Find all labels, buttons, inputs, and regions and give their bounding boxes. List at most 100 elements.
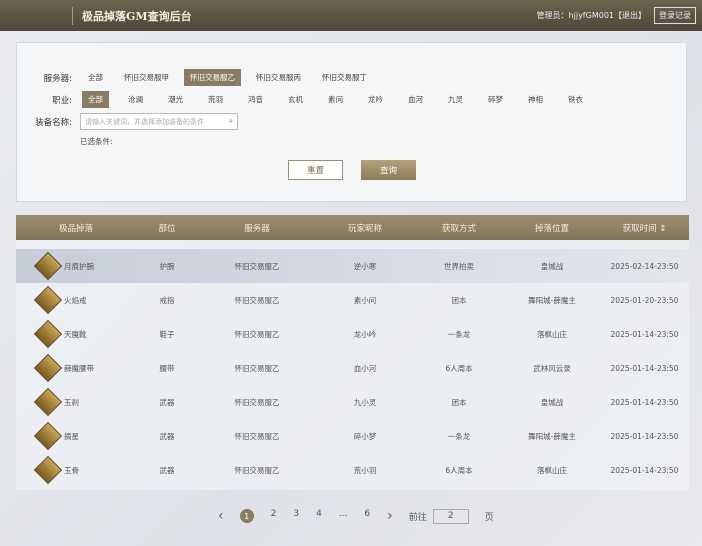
search-icon[interactable]: ⌕ bbox=[229, 117, 233, 126]
query-button[interactable]: 查询 bbox=[361, 160, 416, 180]
table-cell: 碎小梦 bbox=[353, 431, 377, 441]
table-cell: 武林风云录 bbox=[533, 363, 571, 373]
equip-label: 装备名称: bbox=[35, 117, 72, 128]
table-cell: 护腕 bbox=[159, 261, 175, 271]
item-name: 天魔靴 bbox=[64, 329, 87, 339]
table-cell: 怀旧交易服乙 bbox=[234, 261, 280, 271]
item-cell: 玉刹 bbox=[16, 387, 136, 417]
item-cell: 火焰戒 bbox=[16, 285, 136, 315]
class-option[interactable]: 素问 bbox=[322, 91, 349, 108]
item-icon bbox=[33, 319, 63, 349]
column-header[interactable]: 获取时间 ↕ bbox=[600, 222, 689, 234]
table-cell: 皇城战 bbox=[540, 397, 564, 407]
table-cell: 舞阳城-薛魔主 bbox=[528, 295, 576, 305]
item-icon bbox=[33, 421, 63, 451]
table-cell: 2025-02-14-23:50 bbox=[610, 261, 679, 271]
filter-panel: 服务器: 全部 怀旧交易服甲 怀旧交易服乙 怀旧交易服丙 怀旧交易服丁 职业: 全部 沧澜… bbox=[16, 42, 687, 202]
table-cell: 世界拍卖 bbox=[444, 261, 474, 271]
drops-table: 极品掉落 部位 服务器 玩家昵称 获取方式 掉落位置 获取时间 ↕ 月痕护腕 护腕 怀旧交易服乙… bbox=[16, 215, 689, 490]
table-cell: 团本 bbox=[451, 397, 467, 407]
table-cell: 武器 bbox=[159, 465, 175, 475]
table-cell: 怀旧交易服乙 bbox=[234, 465, 280, 475]
item-cell: 天魔靴 bbox=[16, 319, 136, 349]
page-6[interactable]: 6 bbox=[364, 509, 370, 523]
table-row[interactable]: 摘星 武器 怀旧交易服乙 碎小梦 一条龙 舞阳城-薛魔主 2025-01-14-23:50 bbox=[16, 419, 689, 453]
table-row[interactable]: 玉刹 武器 怀旧交易服乙 九小灵 团本 皇城战 2025-01-14-23:50 bbox=[16, 385, 689, 419]
class-option[interactable]: 潮光 bbox=[162, 91, 189, 108]
table-cell: 舞阳城-薛魔主 bbox=[528, 431, 576, 441]
page-3[interactable]: 3 bbox=[293, 509, 299, 523]
table-row[interactable]: 薛魔腰带 腰带 怀旧交易服乙 血小河 6人周本 武林风云录 2025-01-14-23:50 bbox=[16, 351, 689, 385]
equip-search-placeholder: 请输入关键词，并选择添加装备的条件 bbox=[85, 117, 204, 126]
page-1[interactable]: 1 bbox=[239, 509, 254, 523]
page-title: 极品掉落GM查询后台 bbox=[82, 9, 192, 23]
table-cell: 团本 bbox=[451, 295, 467, 305]
server-option[interactable]: 怀旧交易服丁 bbox=[316, 69, 373, 86]
class-option[interactable]: 碎梦 bbox=[482, 91, 509, 108]
item-name: 玉刹 bbox=[64, 397, 79, 407]
page-ellipsis: ... bbox=[338, 509, 348, 519]
item-name: 月痕护腕 bbox=[64, 261, 94, 271]
table-cell: 武器 bbox=[159, 431, 175, 441]
table-cell: 怀旧交易服乙 bbox=[234, 397, 280, 407]
page-unit: 页 bbox=[484, 512, 494, 523]
top-bar: 极品掉落GM查询后台 管理员：hjjyfGM001【退出】 登录记录 bbox=[0, 0, 702, 31]
class-option[interactable]: 沧澜 bbox=[122, 91, 149, 108]
class-option[interactable]: 龙吟 bbox=[362, 91, 389, 108]
prev-page-button[interactable]: ‹ bbox=[218, 508, 224, 524]
class-option[interactable]: 荒羽 bbox=[202, 91, 229, 108]
class-option[interactable]: 神相 bbox=[522, 91, 549, 108]
item-cell: 月痕护腕 bbox=[16, 251, 136, 281]
next-page-button[interactable]: › bbox=[387, 508, 393, 524]
equip-search-input[interactable]: 请输入关键词，并选择添加装备的条件 ⌕ bbox=[80, 113, 238, 130]
table-cell: 2025-01-14-23:50 bbox=[610, 363, 679, 373]
table-cell: 荒小羽 bbox=[353, 465, 377, 475]
class-option[interactable]: 鸿音 bbox=[242, 91, 269, 108]
page-2[interactable]: 2 bbox=[271, 509, 277, 523]
column-header: 获取方式 bbox=[441, 223, 476, 234]
server-option[interactable]: 全部 bbox=[82, 69, 109, 86]
table-cell: 戒指 bbox=[159, 295, 175, 305]
login-log-button[interactable]: 登录记录 bbox=[654, 7, 696, 24]
selected-conditions: 已选条件: bbox=[80, 137, 113, 146]
item-icon bbox=[33, 251, 63, 281]
pagination: ‹ 1 2 3 4... 6 › 前往 2 页 bbox=[218, 508, 510, 524]
item-name: 玉骨 bbox=[64, 465, 79, 475]
column-header: 部位 bbox=[158, 223, 176, 234]
goto-page-input[interactable]: 2 bbox=[432, 508, 469, 524]
table-cell: 血小河 bbox=[353, 363, 377, 373]
item-cell: 玉骨 bbox=[16, 455, 136, 485]
server-option[interactable]: 怀旧交易服丙 bbox=[250, 69, 307, 86]
table-header: 极品掉落 部位 服务器 玩家昵称 获取方式 掉落位置 获取时间 ↕ bbox=[16, 215, 689, 240]
class-option[interactable]: 铁衣 bbox=[562, 91, 589, 108]
class-option[interactable]: 九灵 bbox=[442, 91, 469, 108]
server-option[interactable]: 怀旧交易服甲 bbox=[118, 69, 175, 86]
table-cell: 2025-01-20-23:50 bbox=[610, 295, 679, 305]
page-4[interactable]: 4 bbox=[316, 509, 322, 523]
table-cell: 逆小寒 bbox=[353, 261, 377, 271]
table-cell: 怀旧交易服乙 bbox=[234, 295, 280, 305]
admin-info[interactable]: 管理员：hjjyfGM001【退出】 bbox=[537, 10, 646, 21]
table-cell: 九小灵 bbox=[353, 397, 377, 407]
table-cell: 怀旧交易服乙 bbox=[234, 329, 280, 339]
item-name: 摘星 bbox=[64, 431, 79, 441]
column-header: 服务器 bbox=[244, 223, 270, 234]
table-cell: 一条龙 bbox=[447, 329, 471, 339]
table-row[interactable]: 玉骨 武器 怀旧交易服乙 荒小羽 6人周本 落枫山庄 2025-01-14-23:50 bbox=[16, 453, 689, 487]
server-option[interactable]: 怀旧交易服乙 bbox=[184, 69, 241, 86]
table-row[interactable]: 天魔靴 鞋子 怀旧交易服乙 龙小吟 一条龙 落枫山庄 2025-01-14-23:50 bbox=[16, 317, 689, 351]
class-option[interactable]: 血河 bbox=[402, 91, 429, 108]
table-row[interactable]: 火焰戒 戒指 怀旧交易服乙 素小问 团本 舞阳城-薛魔主 2025-01-20-23:50 bbox=[16, 283, 689, 317]
table-row[interactable]: 月痕护腕 护腕 怀旧交易服乙 逆小寒 世界拍卖 皇城战 2025-02-14-23:50 bbox=[16, 249, 689, 283]
table-cell: 腰带 bbox=[159, 363, 175, 373]
table-cell: 一条龙 bbox=[447, 431, 471, 441]
item-cell: 摘星 bbox=[16, 421, 136, 451]
class-option[interactable]: 玄机 bbox=[282, 91, 309, 108]
item-name: 火焰戒 bbox=[64, 295, 87, 305]
class-option[interactable]: 全部 bbox=[82, 91, 109, 108]
table-cell: 6人周本 bbox=[445, 363, 473, 373]
server-label: 服务器: bbox=[43, 73, 72, 84]
reset-button[interactable]: 重置 bbox=[288, 160, 343, 180]
table-cell: 素小问 bbox=[353, 295, 377, 305]
table-cell: 怀旧交易服乙 bbox=[234, 431, 280, 441]
